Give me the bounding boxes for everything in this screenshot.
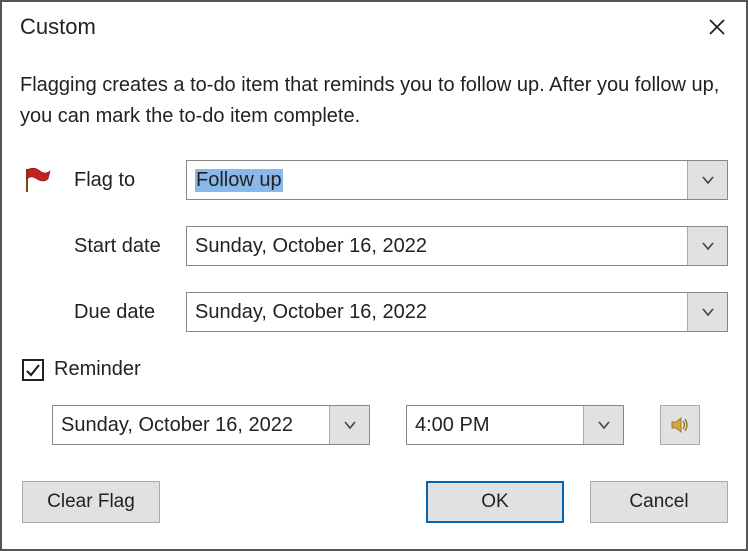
chevron-down-icon: [701, 175, 715, 185]
cancel-button[interactable]: Cancel: [590, 481, 728, 523]
speaker-icon: [670, 416, 690, 434]
start-date-value: Sunday, October 16, 2022: [187, 227, 687, 265]
reminder-controls: Sunday, October 16, 2022 4:00 PM: [20, 405, 728, 445]
reminder-date-value: Sunday, October 16, 2022: [53, 406, 329, 444]
start-date-combo[interactable]: Sunday, October 16, 2022: [186, 226, 728, 266]
chevron-down-icon: [597, 420, 611, 430]
chevron-down-icon: [343, 420, 357, 430]
due-date-dropdown-button[interactable]: [687, 293, 727, 331]
reminder-sound-button[interactable]: [660, 405, 700, 445]
titlebar: Custom: [2, 2, 746, 50]
due-date-label: Due date: [74, 301, 186, 324]
reminder-row: Reminder: [20, 358, 728, 381]
custom-flag-dialog: Custom Flagging creates a to-do item tha…: [0, 0, 748, 551]
reminder-time-combo[interactable]: 4:00 PM: [406, 405, 624, 445]
due-date-combo[interactable]: Sunday, October 16, 2022: [186, 292, 728, 332]
description-text: Flagging creates a to-do item that remin…: [20, 70, 728, 132]
dialog-body: Flagging creates a to-do item that remin…: [2, 50, 746, 549]
reminder-label: Reminder: [54, 358, 141, 381]
chevron-down-icon: [701, 307, 715, 317]
reminder-date-combo[interactable]: Sunday, October 16, 2022: [52, 405, 370, 445]
ok-button[interactable]: OK: [426, 481, 564, 523]
dialog-title: Custom: [20, 14, 96, 40]
clear-flag-button[interactable]: Clear Flag: [22, 481, 160, 523]
flag-to-label: Flag to: [74, 169, 186, 192]
flag-to-dropdown-button[interactable]: [687, 161, 727, 199]
chevron-down-icon: [701, 241, 715, 251]
flag-to-value: Follow up: [195, 169, 283, 192]
reminder-time-value: 4:00 PM: [407, 406, 583, 444]
checkmark-icon: [25, 363, 41, 377]
flag-to-input[interactable]: Follow up: [187, 161, 687, 199]
flag-icon-col: [20, 167, 74, 193]
start-date-label: Start date: [74, 235, 186, 258]
flag-to-row: Flag to Follow up: [20, 160, 728, 200]
reminder-date-dropdown-button[interactable]: [329, 406, 369, 444]
due-date-value: Sunday, October 16, 2022: [187, 293, 687, 331]
due-date-row: Due date Sunday, October 16, 2022: [20, 292, 728, 332]
flag-to-combo[interactable]: Follow up: [186, 160, 728, 200]
start-date-row: Start date Sunday, October 16, 2022: [20, 226, 728, 266]
start-date-dropdown-button[interactable]: [687, 227, 727, 265]
close-button[interactable]: [702, 12, 732, 42]
close-icon: [708, 18, 726, 36]
button-row: Clear Flag OK Cancel: [20, 481, 728, 523]
flag-icon: [22, 167, 52, 193]
reminder-checkbox[interactable]: [22, 359, 44, 381]
reminder-time-dropdown-button[interactable]: [583, 406, 623, 444]
